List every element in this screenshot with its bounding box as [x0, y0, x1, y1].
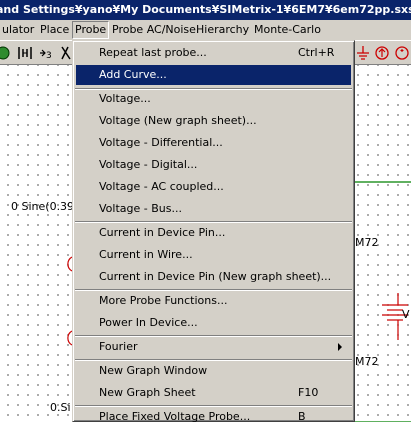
menu-item-shortcut: Ctrl+R	[298, 46, 335, 59]
menu-item-label: Voltage - AC coupled...	[99, 180, 224, 193]
menu-item-label: Place Fixed Voltage Probe...	[99, 410, 251, 423]
menu-monte-carlo[interactable]: Monte-Carlo	[252, 22, 323, 38]
tube-label-m72-top: M72	[355, 236, 379, 249]
menu-item-repeat-last-probe[interactable]: Repeat last probe... Ctrl+R	[76, 43, 351, 63]
menu-item-voltage-digital[interactable]: Voltage - Digital...	[76, 155, 351, 175]
window-title-bar: and Settings¥yano¥My Documents¥SIMetrix-…	[0, 0, 411, 20]
menu-item-shortcut: F10	[298, 386, 319, 399]
menu-item-label: Voltage (New graph sheet)...	[99, 114, 257, 127]
menu-item-power-in-device[interactable]: Power In Device...	[76, 313, 351, 333]
voltage-source-icon[interactable]	[393, 44, 411, 62]
menu-item-label: Voltage - Bus...	[99, 202, 182, 215]
source-label-bottom: 0.Si	[50, 401, 71, 414]
svg-text:3: 3	[46, 51, 52, 61]
source-label-sine: 0 Sine(0.39	[11, 200, 75, 213]
menu-item-voltage-bus[interactable]: Voltage - Bus...	[76, 199, 351, 219]
source-label-right: V	[402, 308, 410, 321]
menu-place[interactable]: Place	[38, 22, 71, 38]
menu-item-label: More Probe Functions...	[99, 294, 228, 307]
menu-item-fourier[interactable]: Fourier	[76, 337, 351, 357]
menu-item-place-fixed-voltage-probe[interactable]: Place Fixed Voltage Probe... B	[76, 407, 351, 427]
menu-item-label: New Graph Sheet	[99, 386, 196, 399]
menu-item-voltage-new-graph-sheet[interactable]: Voltage (New graph sheet)...	[76, 111, 351, 131]
menu-bar: ulator Place Probe Probe AC/Noise Hierar…	[0, 20, 411, 40]
menu-item-new-graph-sheet[interactable]: New Graph Sheet F10	[76, 383, 351, 403]
current-probe-icon[interactable]: 3	[38, 44, 56, 62]
menu-hierarchy[interactable]: Hierarchy	[194, 22, 251, 38]
window-title: and Settings¥yano¥My Documents¥SIMetrix-…	[0, 3, 411, 16]
menu-item-label: Voltage - Differential...	[99, 136, 223, 149]
probe-menu-dropdown: Repeat last probe... Ctrl+R Add Curve...…	[72, 40, 355, 423]
probe-tool-icon[interactable]	[16, 44, 34, 62]
menu-probe[interactable]: Probe	[72, 21, 110, 39]
menu-item-current-in-wire[interactable]: Current in Wire...	[76, 245, 351, 265]
ground-symbol-icon[interactable]	[354, 44, 372, 62]
menu-item-label: Add Curve...	[99, 68, 167, 81]
menu-item-more-probe-functions[interactable]: More Probe Functions...	[76, 291, 351, 311]
current-source-icon[interactable]	[373, 44, 391, 62]
menu-item-label: Current in Device Pin (New graph sheet).…	[99, 270, 332, 283]
tube-label-m72-bottom: M72	[355, 355, 379, 368]
menu-item-label: Current in Wire...	[99, 248, 193, 261]
menu-item-label: New Graph Window	[99, 364, 208, 377]
submenu-arrow-icon	[338, 343, 342, 351]
menu-item-shortcut: B	[298, 410, 306, 423]
menu-item-label: Power In Device...	[99, 316, 198, 329]
menu-item-current-in-device-pin-new-sheet[interactable]: Current in Device Pin (New graph sheet).…	[76, 267, 351, 287]
run-icon[interactable]	[0, 44, 12, 62]
menu-probe-ac-noise[interactable]: Probe AC/Noise	[110, 22, 198, 38]
menu-item-new-graph-window[interactable]: New Graph Window	[76, 361, 351, 381]
menu-item-label: Repeat last probe...	[99, 46, 207, 59]
menu-item-voltage[interactable]: Voltage...	[76, 89, 351, 109]
menu-item-voltage-differential[interactable]: Voltage - Differential...	[76, 133, 351, 153]
menu-item-voltage-ac-coupled[interactable]: Voltage - AC coupled...	[76, 177, 351, 197]
menu-item-label: Voltage...	[99, 92, 151, 105]
menu-simulator[interactable]: ulator	[0, 22, 36, 38]
menu-item-label: Fourier	[99, 340, 138, 353]
menu-item-current-in-device-pin[interactable]: Current in Device Pin...	[76, 223, 351, 243]
menu-item-label: Voltage - Digital...	[99, 158, 198, 171]
menu-item-label: Current in Device Pin...	[99, 226, 226, 239]
menu-item-add-curve[interactable]: Add Curve...	[76, 65, 351, 85]
